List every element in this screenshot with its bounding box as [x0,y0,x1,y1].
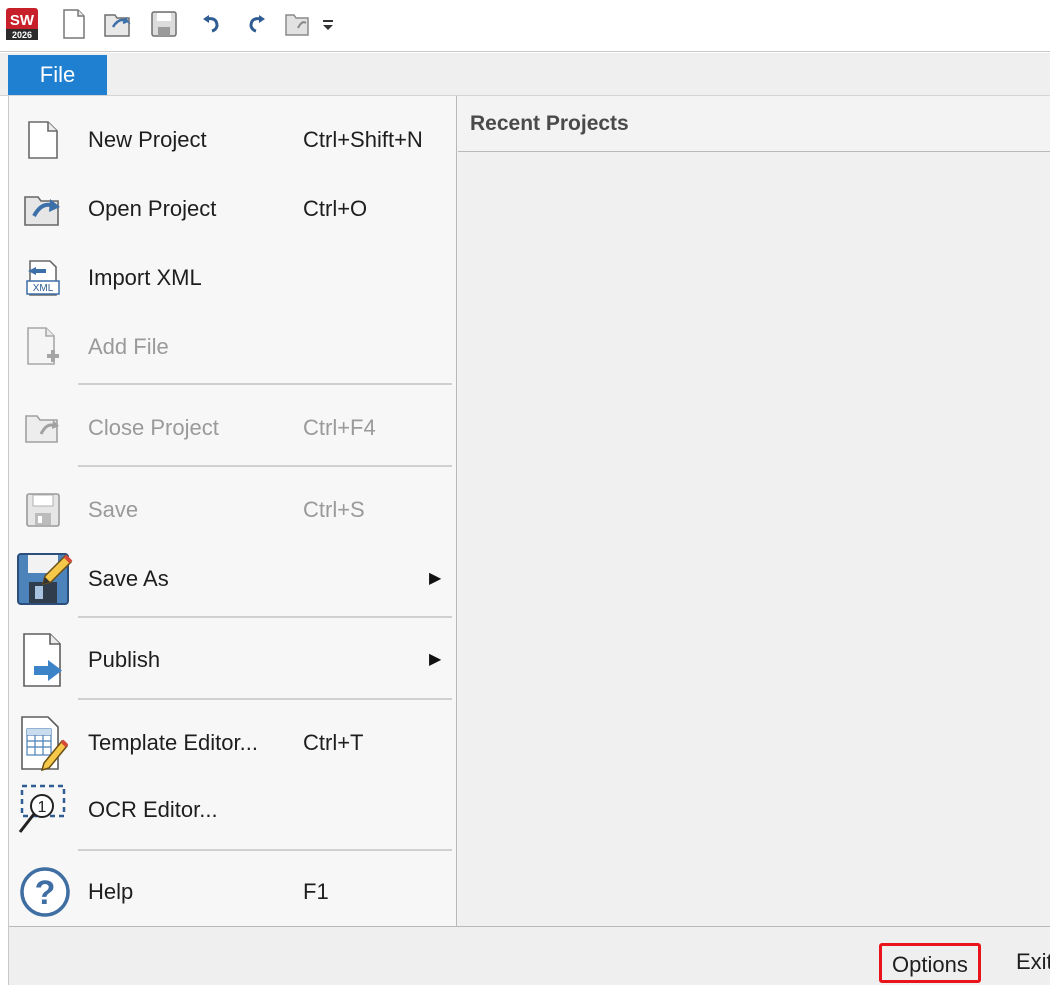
menu-separator [78,465,452,467]
import-xml-icon: XML [15,250,71,306]
menu-item-help[interactable]: ? Help F1 [9,860,457,924]
menu-item-label: Help [88,879,134,904]
file-menu: New Project Ctrl+Shift+N Open Project Ct… [9,96,457,926]
menu-item-label: New Project [88,127,207,152]
menu-item-label: OCR Editor... [88,797,218,822]
menu-item-ocr-editor[interactable]: 1 OCR Editor... [9,778,457,842]
menu-item-import-xml[interactable]: XML Import XML [9,246,457,310]
recent-projects-panel: Recent Projects [458,96,1050,926]
save-icon[interactable] [146,6,182,42]
template-editor-icon [15,711,71,775]
svg-text:XML: XML [33,283,54,294]
menu-separator [78,616,452,618]
exit-button[interactable]: Exit [1016,943,1050,983]
undo-icon[interactable] [194,6,230,42]
save-as-icon [13,547,75,609]
help-icon: ? [17,864,73,920]
menu-item-label: Add File [88,334,169,359]
menu-item-label: Save [88,497,139,522]
svg-text:2026: 2026 [12,30,32,40]
menu-item-close-project[interactable]: Close Project Ctrl+F4 [9,396,457,460]
backstage-bottom-bar: Options Exit [9,926,1050,985]
menu-item-publish[interactable]: Publish ▶ [9,628,457,692]
submenu-arrow-icon: ▶ [429,570,442,587]
quick-access-toolbar: SW 2026 [0,0,1050,52]
add-file-icon [15,319,71,375]
menu-separator [78,383,452,385]
publish-icon [15,630,71,690]
close-project-icon [15,400,71,456]
open-icon[interactable] [100,6,136,42]
menu-item-label: Open Project [88,196,217,221]
recent-projects-title: Recent Projects [458,96,1050,152]
tab-file[interactable]: File [8,55,107,95]
menu-item-save[interactable]: Save Ctrl+S [9,478,457,542]
options-button[interactable]: Options [879,943,981,983]
file-backstage: New Project Ctrl+Shift+N Open Project Ct… [8,96,1050,985]
menu-item-label: Close Project [88,415,219,440]
menu-item-label: Template Editor... [88,730,258,755]
menu-item-template-editor[interactable]: Template Editor... Ctrl+T [9,711,457,775]
menu-item-save-as[interactable]: Save As ▶ [9,547,457,611]
new-icon[interactable] [56,6,92,42]
new-document-icon [15,112,71,168]
close-project-icon[interactable] [280,6,316,42]
menu-item-new-project[interactable]: New Project Ctrl+Shift+N [9,108,457,172]
menu-item-open-project[interactable]: Open Project Ctrl+O [9,177,457,241]
menu-separator [78,698,452,700]
menu-separator [78,849,452,851]
menu-item-label: Save As [88,566,169,591]
menu-item-shortcut: Ctrl+O [303,196,368,221]
menu-item-shortcut: Ctrl+F4 [303,415,376,440]
customize-dropdown-icon[interactable] [318,6,338,42]
menu-item-add-file[interactable]: Add File [9,315,457,379]
submenu-arrow-icon: ▶ [429,651,442,668]
menu-item-shortcut: Ctrl+S [303,497,365,522]
ribbon-tab-strip: File [0,53,1050,96]
menu-item-shortcut: Ctrl+T [303,730,364,755]
app-logo-icon[interactable]: SW 2026 [4,6,40,42]
menu-item-label: Publish [88,647,161,672]
redo-icon[interactable] [238,6,274,42]
svg-text:1: 1 [38,799,47,816]
menu-item-shortcut: Ctrl+Shift+N [303,127,423,152]
menu-item-label: Import XML [88,265,202,290]
svg-text:?: ? [35,874,56,912]
ocr-editor-icon: 1 [15,778,71,842]
open-project-icon [15,181,71,237]
menu-item-shortcut: F1 [303,879,329,904]
svg-text:SW: SW [10,12,35,29]
save-icon [15,482,71,538]
